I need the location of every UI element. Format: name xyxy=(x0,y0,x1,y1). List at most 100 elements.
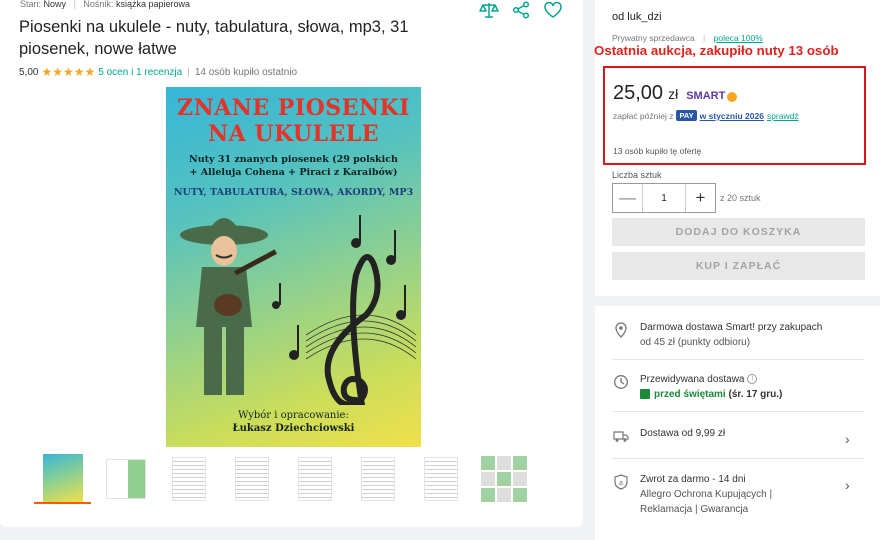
product-main-image[interactable]: ZNANE PIOSENKI NA UKULELE Nuty 31 znanyc… xyxy=(166,87,421,447)
seller-type: Prywatny sprzedawca xyxy=(612,33,695,43)
annotation-text: Ostatnia aukcja, zakupiło nuty 13 osób xyxy=(594,43,839,58)
medium-label: Nośnik: xyxy=(83,0,114,9)
price: 25,00 zł SMART xyxy=(613,82,738,105)
price-currency: zł xyxy=(668,86,679,102)
meta-divider: | xyxy=(73,0,76,9)
rating-score: 5,00 xyxy=(19,66,39,78)
thumbnail-page-image xyxy=(480,455,527,502)
expected-delivery-value: przed świętami xyxy=(654,389,726,400)
expected-delivery-label-row: Przewidywana dostawa i xyxy=(640,372,782,387)
quantity-input[interactable] xyxy=(642,184,686,212)
recent-buyers-text: 14 osób kupiło ostatnio xyxy=(194,66,298,78)
rating-divider: | xyxy=(187,66,190,78)
thumbnail-8[interactable] xyxy=(475,453,532,504)
thumbnail-page-image xyxy=(423,456,458,501)
pay-later-month[interactable]: w styczniu 2026 xyxy=(700,111,764,121)
cover-tagline: NUTY, TABULATURA, SŁOWA, AKORDY, MP3 xyxy=(173,187,414,198)
cover-title-line2: NA UKULELE xyxy=(207,121,380,147)
thumbnail-cover-image xyxy=(42,453,83,502)
star-rating-icon: ★★★★★ xyxy=(41,65,96,79)
cover-title-line1: ZNANE PIOSENKI xyxy=(177,95,410,121)
gift-icon xyxy=(640,389,650,400)
thumbnail-2[interactable] xyxy=(97,453,154,504)
shipping-cost-text: Dostawa od 9,99 zł xyxy=(640,428,726,439)
thumbnail-1[interactable] xyxy=(34,453,91,504)
thumbnail-7[interactable] xyxy=(412,453,469,504)
compare-icon[interactable] xyxy=(478,0,500,20)
rating-row: 5,00 ★★★★★ 5 ocen i 1 recenzja | 14 osób… xyxy=(19,65,297,79)
info-icon[interactable]: i xyxy=(747,374,758,385)
pay-later-check-link[interactable]: sprawdź xyxy=(767,111,799,121)
divider xyxy=(612,458,864,459)
pay-later-row: zapłać później z PAY w styczniu 2026 spr… xyxy=(613,110,799,121)
bought-count: 13 osób kupiło tę ofertę xyxy=(613,146,702,156)
cover-subtitle-line1: Nuty 31 znanych piosenek (29 polskich xyxy=(189,154,398,165)
cover-title: ZNANE PIOSENKI NA UKULELE xyxy=(166,95,421,147)
smart-badge-label: SMART xyxy=(686,90,726,102)
quantity-label: Liczba sztuk xyxy=(612,170,662,180)
chevron-right-icon: › xyxy=(845,477,850,493)
shield-icon: a xyxy=(614,474,628,490)
thumbnail-6[interactable] xyxy=(349,453,406,504)
share-icon[interactable] xyxy=(510,0,532,20)
free-delivery-text: Darmowa dostawa Smart! przy zakupach od … xyxy=(640,320,822,350)
free-delivery-line1: Darmowa dostawa Smart! przy zakupach xyxy=(640,322,823,333)
medium-value: książka papierowa xyxy=(115,0,190,9)
thumbnail-page-image xyxy=(171,456,206,501)
returns-line1: Zwrot za darmo - 14 dni xyxy=(640,474,746,485)
condition-value: Nowy xyxy=(43,0,67,9)
product-gallery-card: Stan: Nowy | Nośnik: książka papierowa P… xyxy=(0,0,583,527)
expected-delivery-value-row: przed świętami (śr. 17 gru.) xyxy=(640,387,782,402)
seller-recommend-link[interactable]: poleca 100% xyxy=(714,33,763,43)
expected-delivery-date: (śr. 17 gru.) xyxy=(728,389,783,400)
cover-author-line2: Łukasz Dziechciowski xyxy=(166,422,421,435)
cover-author-name: Łukasz Dziechciowski xyxy=(232,423,355,434)
returns-line3: Reklamacja | Gwarancja xyxy=(640,504,749,515)
quantity-stepper: — + xyxy=(612,183,716,213)
quantity-decrease-button[interactable]: — xyxy=(613,184,642,212)
price-value: 25,00 xyxy=(613,82,664,104)
thumbnail-page-image xyxy=(297,456,332,501)
allegro-pay-badge: PAY xyxy=(676,110,697,121)
thumbnail-page-image xyxy=(234,456,269,501)
free-delivery-line2: od 45 zł (punkty odbioru) xyxy=(640,337,751,348)
thumbnail-page-image xyxy=(360,456,395,501)
mariachi-illustration xyxy=(180,215,417,405)
pay-later-text: zapłać później z xyxy=(613,110,674,121)
expected-delivery-label: Przewidywana dostawa xyxy=(640,374,745,385)
thumbnail-4[interactable] xyxy=(223,453,280,504)
thumbnail-strip xyxy=(34,453,532,504)
cover-author: Wybór i opracowanie: Łukasz Dziechciowsk… xyxy=(166,409,421,435)
delivery-card: Darmowa dostawa Smart! przy zakupach od … xyxy=(595,306,880,540)
returns-text: Zwrot za darmo - 14 dni Allegro Ochrona … xyxy=(640,472,772,517)
product-title: Piosenki na ukulele - nuty, tabulatura, … xyxy=(19,18,409,58)
add-to-cart-button[interactable]: DODAJ DO KOSZYKA xyxy=(612,218,865,246)
thumbnail-3[interactable] xyxy=(160,453,217,504)
seller-name[interactable]: od luk_dzi xyxy=(612,11,662,23)
smart-badge[interactable]: SMART xyxy=(686,90,738,102)
smart-badge-icon xyxy=(727,92,738,102)
divider xyxy=(612,359,864,360)
seller-divider: | xyxy=(703,33,706,43)
returns-line2: Allegro Ochrona Kupujących | xyxy=(640,489,773,500)
buy-now-button[interactable]: KUP I ZAPŁAĆ xyxy=(612,252,865,280)
location-pin-icon xyxy=(615,322,627,338)
price-highlight-box: 25,00 zł SMART zapłać później z PAY w st… xyxy=(603,66,866,165)
truck-icon xyxy=(613,431,629,442)
thumbnail-5[interactable] xyxy=(286,453,343,504)
chevron-right-icon: › xyxy=(845,431,850,447)
cover-author-line1: Wybór i opracowanie: xyxy=(238,410,349,421)
expected-delivery-text: Przewidywana dostawa i przed świętami (ś… xyxy=(640,372,782,402)
reviews-link[interactable]: 5 ocen i 1 recenzja xyxy=(98,67,182,78)
product-meta: Stan: Nowy | Nośnik: książka papierowa xyxy=(20,0,190,9)
cover-subtitle: Nuty 31 znanych piosenek (29 polskich + … xyxy=(176,153,411,179)
thumbnail-page-image xyxy=(105,458,146,499)
svg-text:a: a xyxy=(619,480,623,487)
clock-icon xyxy=(614,375,628,389)
quantity-available: z 20 sztuk xyxy=(720,193,761,203)
heart-icon[interactable] xyxy=(542,0,564,20)
quantity-increase-button[interactable]: + xyxy=(686,184,715,212)
seller-meta: Prywatny sprzedawca | poleca 100% xyxy=(612,33,763,43)
cover-subtitle-line2: + Alleluja Cohena + Piraci z Karaibów) xyxy=(189,167,398,178)
divider xyxy=(612,411,864,412)
